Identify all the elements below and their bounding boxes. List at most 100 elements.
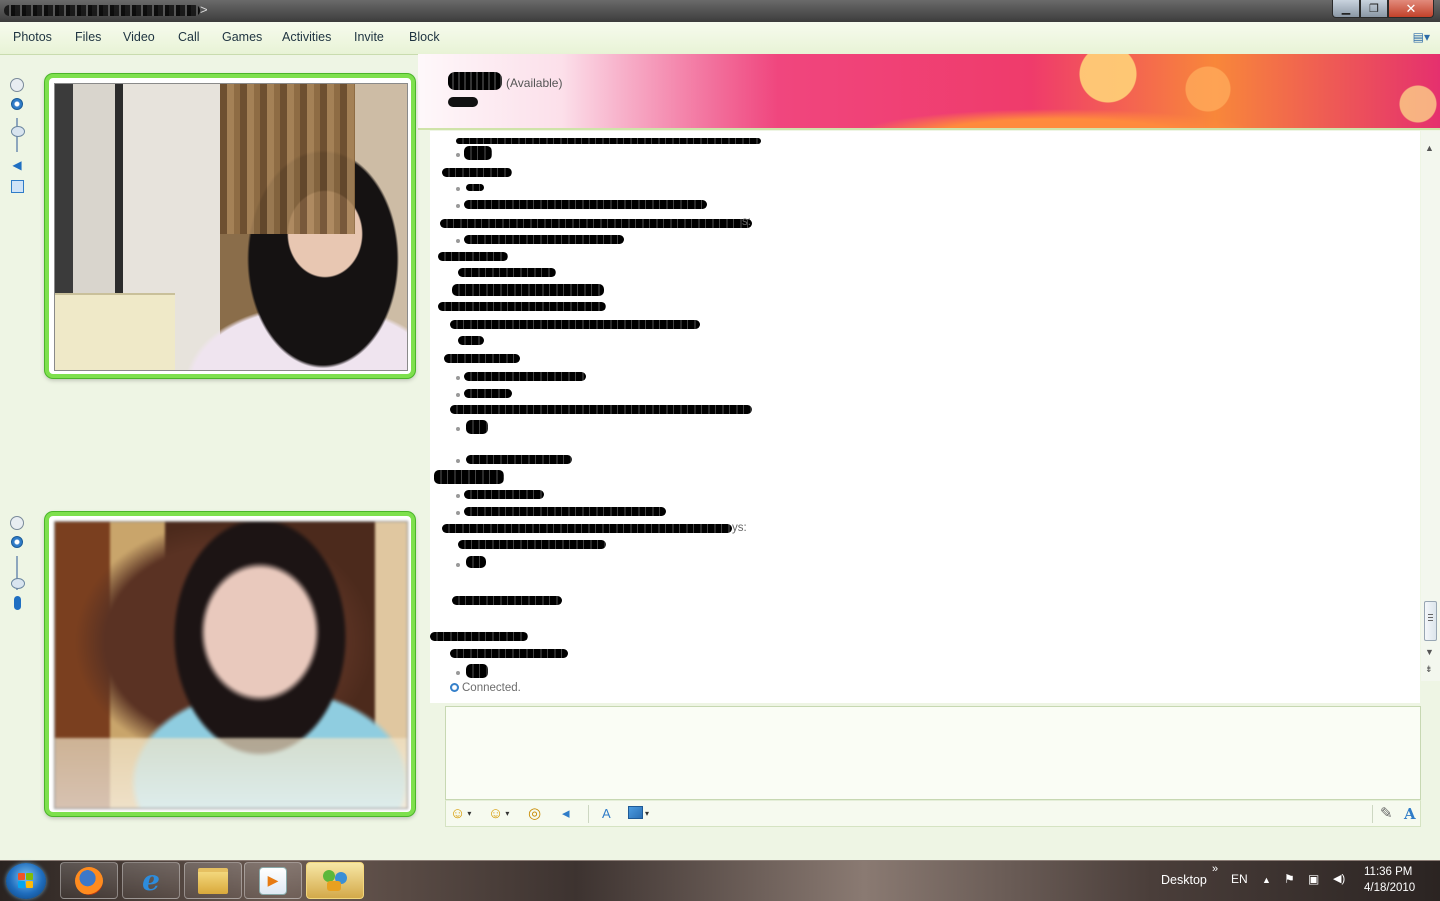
speaker-icon[interactable]: ◀ bbox=[12, 158, 21, 172]
redacted-line bbox=[464, 507, 666, 516]
scroll-down-icon[interactable]: ▼ bbox=[1425, 647, 1434, 657]
menu-block[interactable]: Block bbox=[409, 30, 440, 44]
redacted-line bbox=[442, 168, 512, 177]
folder-icon bbox=[198, 867, 228, 894]
show-menu-icon[interactable]: ▤▾ bbox=[1413, 30, 1430, 44]
contact-webcam-video bbox=[54, 83, 408, 371]
redacted-line bbox=[450, 320, 700, 329]
taskbar-media-player[interactable]: ▶ bbox=[244, 862, 302, 899]
redacted-line bbox=[466, 455, 572, 464]
toolbar-separator bbox=[588, 805, 589, 823]
expand-icon[interactable] bbox=[10, 516, 24, 530]
scroll-end-icon[interactable]: ⇟ bbox=[1425, 664, 1433, 675]
list-bullet bbox=[456, 563, 460, 567]
contact-name-redacted[interactable] bbox=[448, 72, 502, 90]
window-title-redacted bbox=[4, 5, 200, 16]
redacted-line bbox=[452, 284, 604, 296]
title-arrow: > bbox=[200, 2, 208, 17]
conversation-scrollbar[interactable]: ▲ ▼ ⇟ bbox=[1421, 131, 1440, 681]
wink-button[interactable]: ☺ ▾ bbox=[488, 804, 509, 824]
windows-logo-icon bbox=[18, 873, 34, 889]
redacted-line bbox=[464, 235, 624, 244]
action-center-flag-icon[interactable]: ⚑ bbox=[1284, 872, 1295, 886]
volume-icon[interactable]: ◀) bbox=[1333, 872, 1345, 885]
redacted-line bbox=[458, 268, 556, 277]
connected-text: Connected. bbox=[462, 682, 521, 694]
popout-icon[interactable] bbox=[10, 180, 24, 193]
microphone-icon[interactable] bbox=[13, 596, 21, 610]
emoticon-icon: ☺ bbox=[450, 805, 466, 822]
clock-date[interactable]: 4/18/2010 bbox=[1364, 882, 1415, 894]
webcam-icon[interactable] bbox=[11, 98, 23, 110]
background-button[interactable]: ▾ bbox=[628, 804, 649, 824]
contact-video-controls: ◀ bbox=[9, 78, 25, 193]
menu-invite[interactable]: Invite bbox=[354, 30, 384, 44]
personal-message-redacted bbox=[448, 97, 478, 107]
firefox-icon bbox=[75, 866, 103, 895]
close-icon: ✕ bbox=[1405, 0, 1417, 16]
menu-files[interactable]: Files bbox=[75, 30, 101, 44]
emoticon-button[interactable]: ☺ ▾ bbox=[450, 804, 471, 824]
menu-call[interactable]: Call bbox=[178, 30, 200, 44]
network-icon[interactable]: ▣ bbox=[1308, 872, 1319, 886]
list-bullet bbox=[456, 187, 460, 191]
list-bullet bbox=[456, 671, 460, 675]
clock-time[interactable]: 11:36 PM bbox=[1364, 866, 1412, 878]
show-hidden-icons-icon[interactable]: ▲ bbox=[1262, 875, 1271, 885]
language-indicator[interactable]: EN bbox=[1231, 872, 1248, 886]
taskbar-messenger[interactable] bbox=[306, 862, 364, 899]
minimize-button[interactable]: ▁ bbox=[1332, 0, 1360, 18]
title-bar: > ▁ ❐ ✕ bbox=[0, 0, 1440, 22]
redacted-line bbox=[440, 219, 752, 228]
redacted-line bbox=[466, 556, 486, 568]
webcam-icon[interactable] bbox=[11, 536, 23, 548]
menu-activities[interactable]: Activities bbox=[282, 30, 331, 44]
background-curtain bbox=[220, 84, 355, 234]
voice-clip-button[interactable]: ◂ bbox=[562, 804, 570, 824]
collapse-icon[interactable] bbox=[10, 78, 24, 92]
self-webcam-frame bbox=[45, 512, 415, 816]
webcam-status-icon bbox=[450, 683, 459, 692]
menu-video[interactable]: Video bbox=[123, 30, 155, 44]
redacted-line bbox=[438, 252, 508, 261]
text-mode-button[interactable]: A bbox=[1404, 804, 1416, 824]
conversation-history[interactable]: s: ys: bbox=[430, 131, 1420, 703]
background-floor bbox=[55, 738, 407, 808]
text-icon: A bbox=[1404, 805, 1416, 823]
slider-knob[interactable] bbox=[11, 578, 25, 589]
redacted-line bbox=[434, 470, 504, 484]
taskbar: e ▶ Desktop » EN ▲ ⚑ ▣ ◀) 11:36 PM 4/18/… bbox=[0, 860, 1440, 901]
nudge-button[interactable]: ◎ bbox=[528, 804, 541, 824]
scroll-up-icon[interactable]: ▲ bbox=[1425, 143, 1434, 153]
font-button[interactable]: A bbox=[602, 804, 611, 824]
handwriting-button[interactable]: ✎ bbox=[1380, 804, 1393, 824]
pen-icon: ✎ bbox=[1380, 805, 1393, 822]
menu-games[interactable]: Games bbox=[222, 30, 262, 44]
toolbar-chevron-icon[interactable]: » bbox=[1212, 863, 1218, 875]
contact-webcam-frame bbox=[45, 74, 415, 378]
mic-slider[interactable] bbox=[11, 556, 25, 590]
taskbar-firefox[interactable] bbox=[60, 862, 118, 899]
redacted-line bbox=[464, 490, 544, 499]
taskbar-explorer[interactable] bbox=[184, 862, 242, 899]
redacted-line bbox=[456, 138, 761, 144]
start-button[interactable] bbox=[6, 863, 46, 899]
maximize-icon: ❐ bbox=[1369, 3, 1379, 15]
background-icon bbox=[628, 806, 643, 819]
list-bullet bbox=[456, 376, 460, 380]
list-bullet bbox=[456, 204, 460, 208]
maximize-button[interactable]: ❐ bbox=[1360, 0, 1388, 18]
close-button[interactable]: ✕ bbox=[1388, 0, 1434, 18]
scroll-thumb[interactable] bbox=[1424, 601, 1437, 641]
redacted-line bbox=[464, 389, 512, 398]
banner-fade bbox=[418, 54, 778, 128]
slider-knob[interactable] bbox=[11, 126, 25, 137]
message-input[interactable] bbox=[445, 706, 1421, 800]
menu-bar: Photos Files Video Call Games Activities… bbox=[0, 22, 1440, 55]
volume-slider[interactable] bbox=[11, 118, 25, 152]
desktop-toolbar[interactable]: Desktop bbox=[1161, 873, 1207, 887]
redacted-line bbox=[458, 336, 484, 345]
taskbar-internet-explorer[interactable]: e bbox=[122, 862, 180, 899]
media-player-icon: ▶ bbox=[259, 866, 287, 895]
menu-photos[interactable]: Photos bbox=[13, 30, 52, 44]
